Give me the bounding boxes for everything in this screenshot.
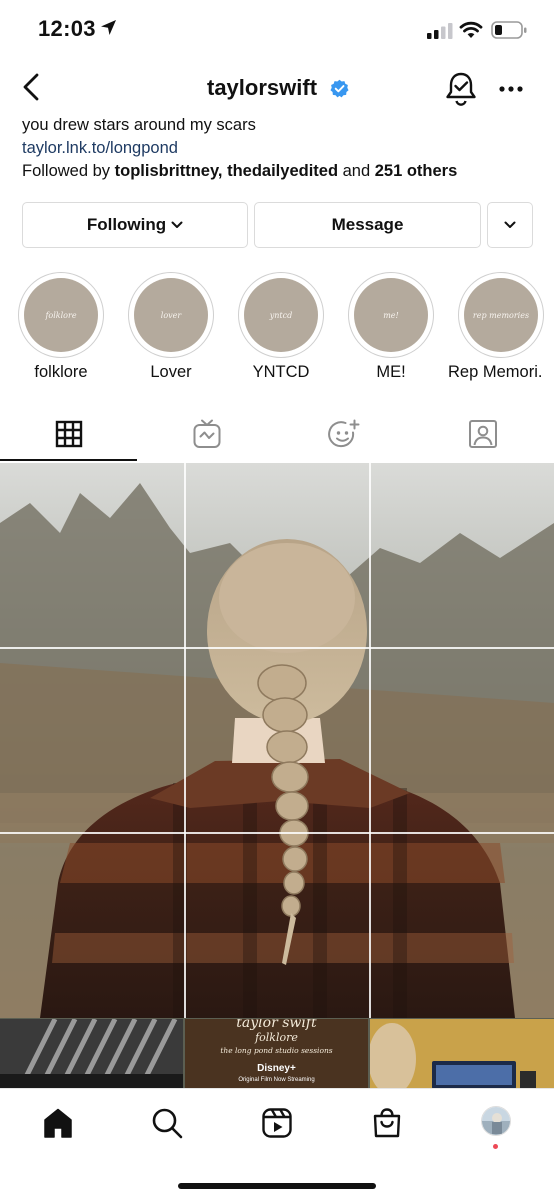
highlight-ring: lover bbox=[128, 272, 214, 358]
profile-bio: you drew stars around my scars taylor.ln… bbox=[22, 114, 542, 183]
tab-grid[interactable] bbox=[0, 405, 138, 462]
battery-icon bbox=[491, 21, 527, 39]
igtv-icon bbox=[193, 419, 221, 448]
post-title: taylor swift bbox=[236, 1019, 317, 1031]
grid-divider bbox=[0, 647, 554, 649]
followed-by-and: and bbox=[338, 162, 375, 180]
profile-tabs bbox=[0, 405, 554, 462]
message-label: Message bbox=[331, 215, 404, 234]
highlight-lover[interactable]: lover Lover bbox=[128, 272, 214, 381]
posts-row: taylor swift folklore the long pond stud… bbox=[0, 1019, 554, 1088]
following-button[interactable]: Following bbox=[22, 202, 248, 248]
followed-by-users: toplisbrittney, thedailyedited bbox=[114, 162, 339, 180]
post-subtitle: folklore bbox=[255, 1031, 298, 1044]
highlight-rep-memories[interactable]: rep memories Rep Memori... bbox=[448, 272, 544, 381]
effects-icon bbox=[328, 419, 360, 447]
highlight-cover: folklore bbox=[24, 278, 98, 352]
highlight-yntcd[interactable]: yntcd YNTCD bbox=[238, 272, 324, 381]
bio-link[interactable]: taylor.lnk.to/longpond bbox=[22, 137, 542, 160]
grid-divider bbox=[184, 463, 186, 1018]
home-indicator bbox=[178, 1183, 376, 1189]
bio-text: you drew stars around my scars bbox=[22, 116, 256, 134]
notification-bell-icon[interactable] bbox=[444, 71, 478, 107]
post-sessions: the long pond studio sessions bbox=[220, 1046, 333, 1055]
status-bar: 12:03 bbox=[0, 0, 554, 60]
profile-avatar[interactable] bbox=[481, 1106, 511, 1136]
followed-by-prefix: Followed by bbox=[22, 162, 115, 180]
tab-tagged[interactable] bbox=[414, 405, 552, 462]
highlight-cover: lover bbox=[134, 278, 208, 352]
profile-username: taylorswift bbox=[207, 75, 318, 100]
highlight-label: ME! bbox=[376, 363, 406, 381]
profile-header: taylorswift bbox=[0, 60, 554, 118]
reels-icon[interactable] bbox=[261, 1107, 293, 1139]
suggested-accounts-button[interactable] bbox=[487, 202, 533, 248]
avatar-image bbox=[482, 1107, 510, 1135]
highlight-ring: yntcd bbox=[238, 272, 324, 358]
search-icon[interactable] bbox=[151, 1107, 183, 1139]
highlight-ring: me! bbox=[348, 272, 434, 358]
highlight-ring: folklore bbox=[18, 272, 104, 358]
wifi-icon bbox=[459, 21, 483, 38]
disney-plus-logo: Disney+ bbox=[257, 1063, 296, 1074]
back-icon[interactable] bbox=[20, 72, 44, 102]
posts-grid: taylor swift folklore the long pond stud… bbox=[0, 463, 554, 1088]
followed-by-others: 251 others bbox=[374, 162, 458, 180]
grid-divider bbox=[0, 832, 554, 834]
notification-dot bbox=[493, 1144, 498, 1149]
tab-effects[interactable] bbox=[276, 405, 414, 462]
evermore-photo-post[interactable] bbox=[0, 463, 554, 1018]
post-caption: Original Film Now Streaming bbox=[238, 1077, 315, 1083]
following-label: Following bbox=[86, 215, 167, 234]
highlight-label: folklore bbox=[34, 363, 88, 381]
active-tab-indicator bbox=[0, 459, 137, 461]
highlight-label: Rep Memori... bbox=[448, 363, 544, 381]
highlight-cover: rep memories bbox=[464, 278, 538, 352]
shop-icon[interactable] bbox=[371, 1107, 403, 1139]
post-thumbnail[interactable] bbox=[370, 1019, 554, 1088]
home-icon[interactable] bbox=[42, 1107, 74, 1139]
highlight-ring: rep memories bbox=[458, 272, 544, 358]
cellular-signal-icon bbox=[427, 23, 453, 39]
highlight-cover: yntcd bbox=[244, 278, 318, 352]
highlight-cover: me! bbox=[354, 278, 428, 352]
post-thumbnail[interactable] bbox=[0, 1019, 183, 1088]
tagged-icon bbox=[469, 419, 497, 448]
message-button[interactable]: Message bbox=[254, 202, 481, 248]
chevron-down-icon bbox=[171, 221, 183, 228]
folklore-sessions-post[interactable]: taylor swift folklore the long pond stud… bbox=[185, 1019, 368, 1088]
highlight-me[interactable]: me! ME! bbox=[348, 272, 434, 381]
tab-igtv[interactable] bbox=[138, 405, 276, 462]
highlight-label: YNTCD bbox=[252, 363, 310, 381]
followed-by[interactable]: Followed by toplisbrittney, thedailyedit… bbox=[22, 160, 542, 183]
post-image bbox=[0, 1019, 183, 1088]
location-arrow-icon bbox=[101, 20, 116, 35]
highlight-folklore[interactable]: folklore folklore bbox=[18, 272, 104, 381]
status-time: 12:03 bbox=[38, 16, 96, 41]
more-icon[interactable] bbox=[499, 85, 523, 93]
grid-divider bbox=[369, 463, 371, 1018]
verified-icon bbox=[330, 79, 349, 98]
post-image bbox=[370, 1019, 554, 1088]
chevron-down-icon bbox=[504, 221, 516, 228]
grid-icon bbox=[55, 420, 83, 447]
highlight-label: Lover bbox=[150, 363, 192, 381]
